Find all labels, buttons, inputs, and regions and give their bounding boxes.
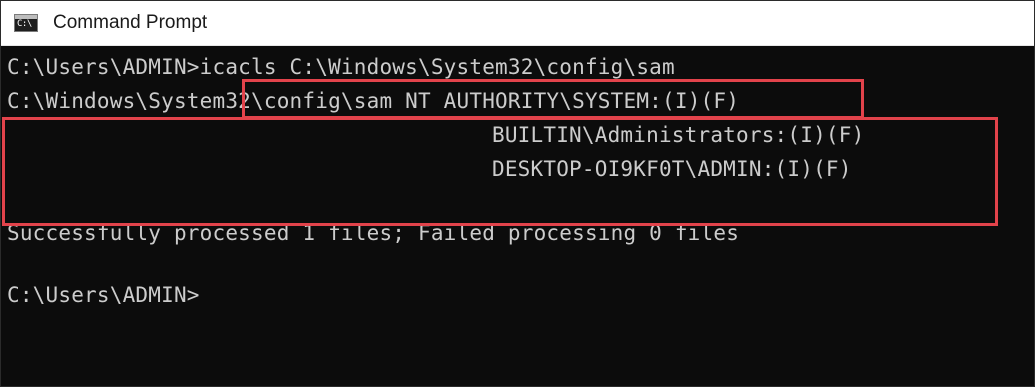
prompt-line[interactable]: C:\Users\ADMIN> (7, 278, 200, 312)
acl-file-path: C:\Windows\System32\config\sam (7, 89, 393, 113)
console-output[interactable]: C:\Users\ADMIN>icacls C:\Windows\System3… (1, 46, 1034, 386)
command-line: C:\Users\ADMIN>icacls C:\Windows\System3… (7, 50, 675, 84)
window-title: Command Prompt (53, 12, 208, 33)
acl-line-1: C:\Windows\System32\config\sam NT AUTHOR… (7, 84, 739, 118)
title-bar[interactable]: C:\ Command Prompt (1, 1, 1034, 46)
acl-entry: NT AUTHORITY\SYSTEM:(I)(F) (405, 89, 740, 113)
summary-line: Successfully processed 1 files; Failed p… (7, 216, 739, 250)
acl-entry: DESKTOP-OI9KF0T\ADMIN:(I)(F) (492, 157, 852, 181)
acl-line-2: BUILTIN\Administrators:(I)(F) (492, 118, 864, 152)
command-text: icacls C:\Windows\System32\config\sam (199, 55, 675, 79)
acl-entry: BUILTIN\Administrators:(I)(F) (492, 123, 865, 147)
prompt: C:\Users\ADMIN> (7, 55, 200, 79)
summary-text: Successfully processed 1 files; Failed p… (7, 221, 740, 245)
command-prompt-window: C:\ Command Prompt C:\Users\ADMIN>icacls… (0, 0, 1035, 387)
prompt: C:\Users\ADMIN> (7, 283, 200, 307)
acl-line-3: DESKTOP-OI9KF0T\ADMIN:(I)(F) (492, 152, 852, 186)
cmd-icon: C:\ (14, 14, 38, 32)
cmd-icon-glyph: C:\ (17, 19, 32, 29)
